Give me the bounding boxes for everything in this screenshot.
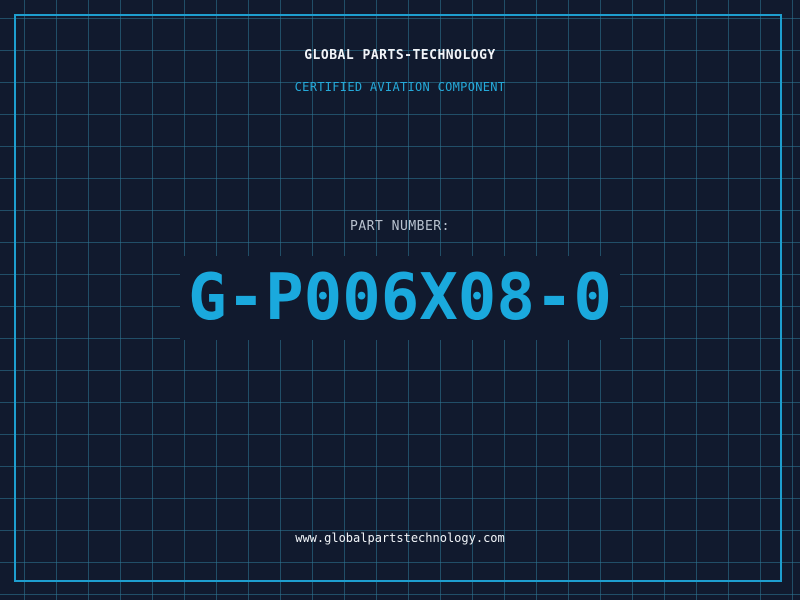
part-number-label: PART NUMBER: xyxy=(350,219,450,234)
label-card: GLOBAL PARTS-TECHNOLOGY CERTIFIED AVIATI… xyxy=(0,0,800,600)
website-url: www.globalpartstechnology.com xyxy=(295,531,505,545)
part-number-value: G-P006X08-0 xyxy=(180,256,620,340)
company-name: GLOBAL PARTS-TECHNOLOGY xyxy=(304,48,496,63)
part-number-container: G-P006X08-0 xyxy=(0,256,800,340)
certification-tagline: CERTIFIED AVIATION COMPONENT xyxy=(294,80,506,94)
